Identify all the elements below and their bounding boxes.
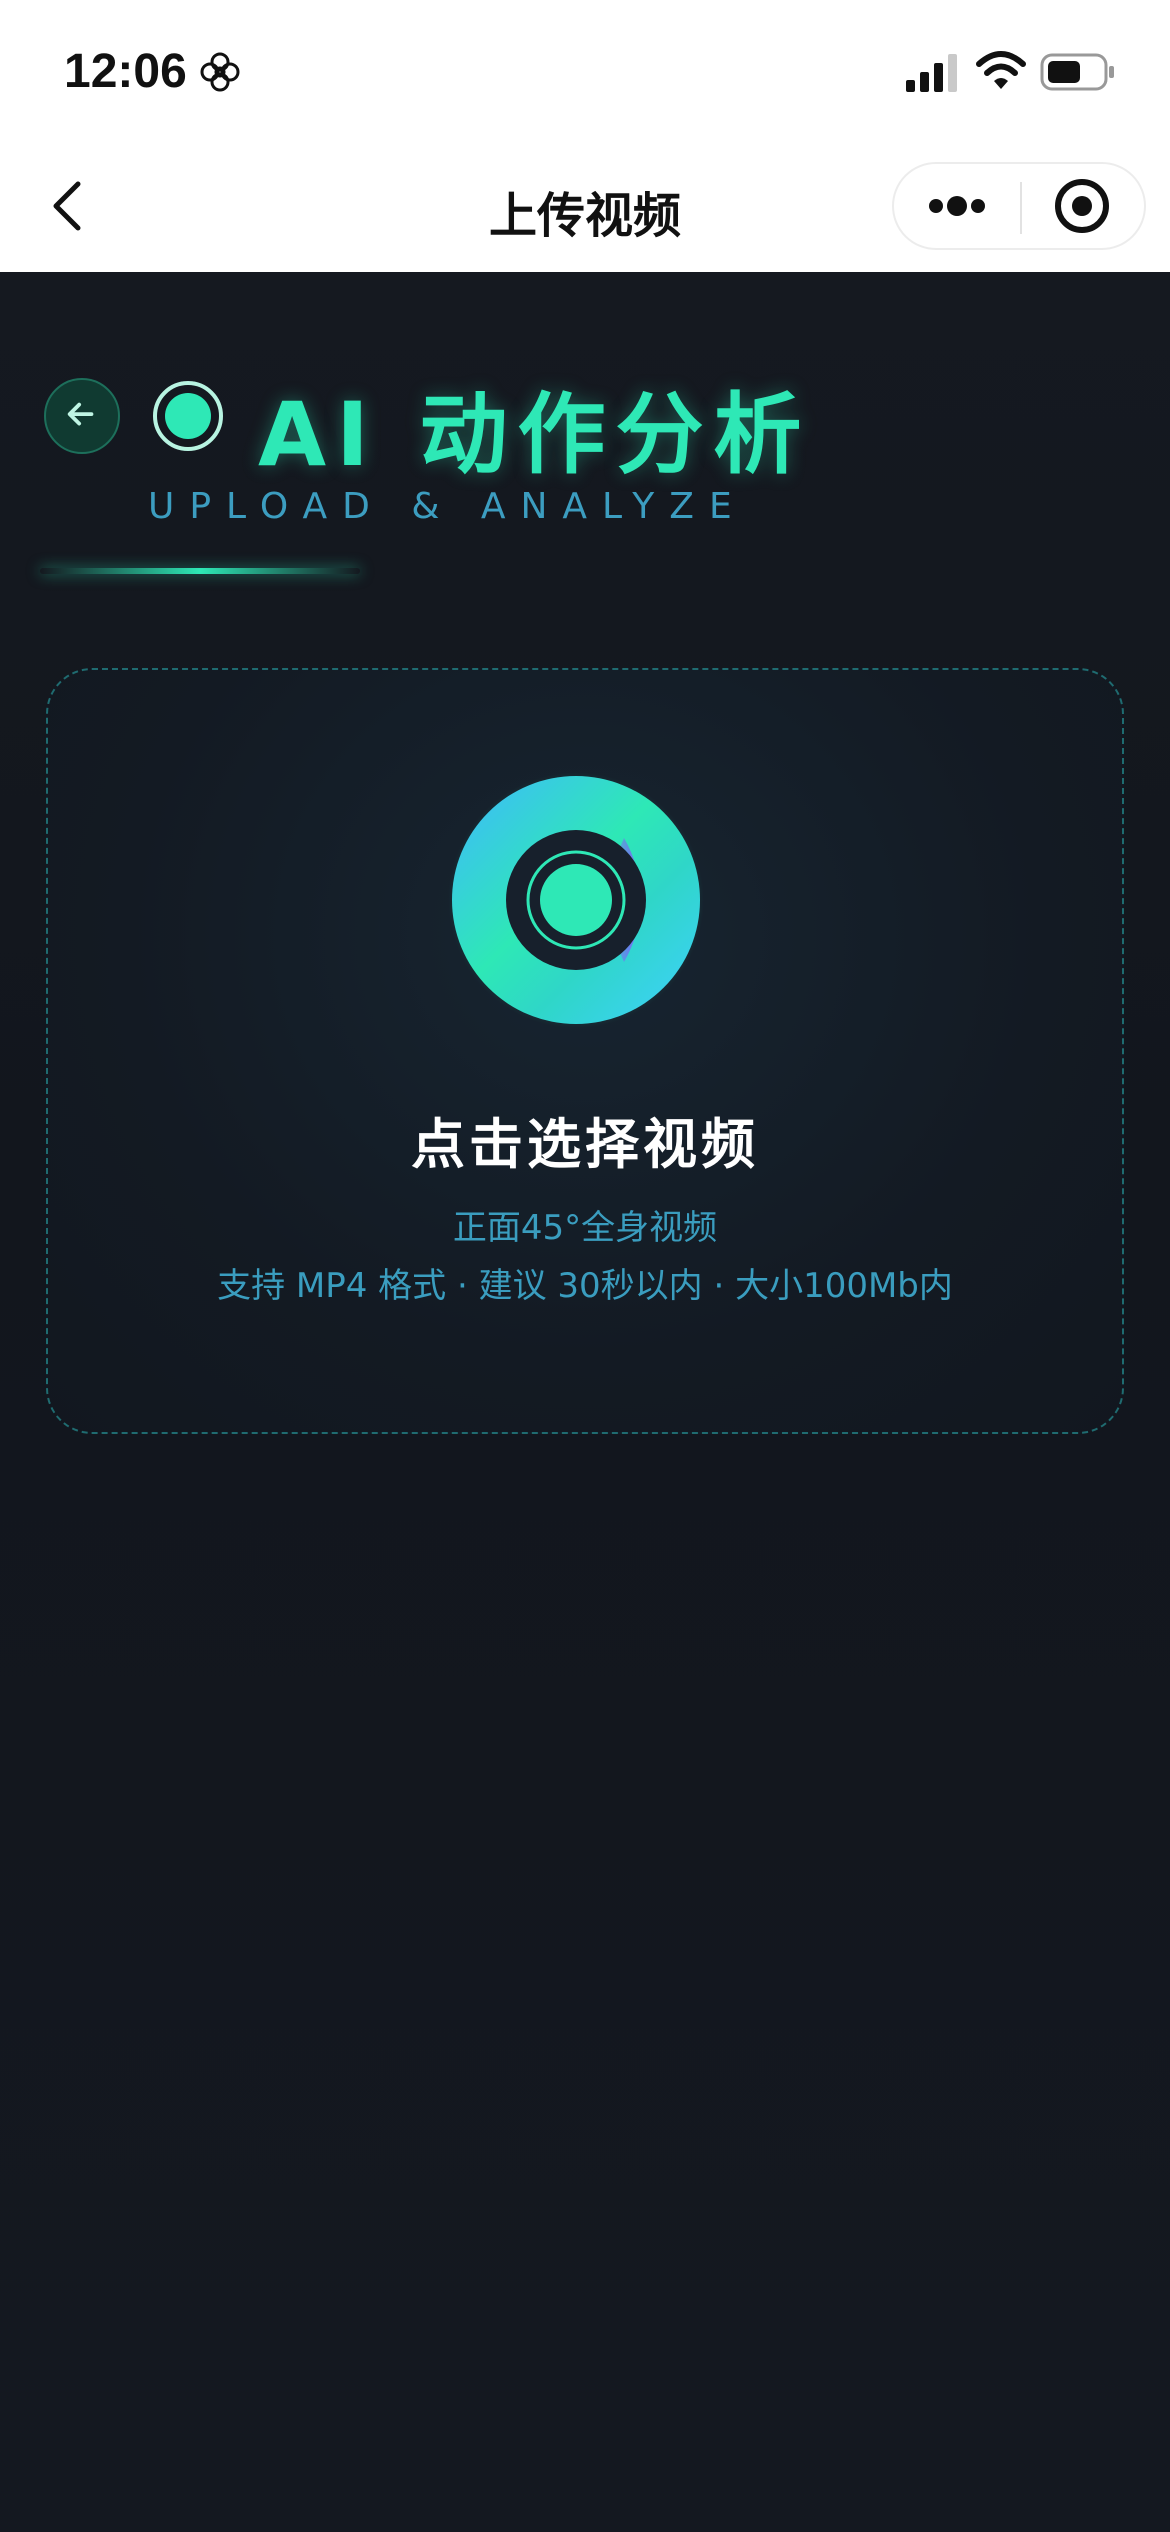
status-time: 12:06	[64, 45, 187, 98]
signal-icon	[906, 54, 957, 92]
wifi-icon	[976, 51, 1026, 89]
upload-hint: 正面45°全身视频	[452, 1208, 718, 1248]
main-content: AI 动作分析 UPLOAD & ANALYZE 点击选择视频 正面45°全身视…	[0, 272, 1170, 2532]
status-bar: 12:06	[0, 0, 1170, 140]
battery-icon	[1040, 53, 1114, 91]
mini-program-capsule	[892, 162, 1146, 250]
upload-title: 点击选择视频	[411, 1113, 759, 1176]
nav-bar: 上传视频	[0, 140, 1170, 272]
header-subtitle: UPLOAD & ANALYZE	[148, 486, 747, 527]
upload-video-card[interactable]: 点击选择视频 正面45°全身视频 支持 MP4 格式 · 建议 30秒以内 · …	[46, 668, 1124, 1434]
record-lens-icon	[448, 772, 704, 1028]
record-circle-icon	[153, 381, 223, 451]
arrow-left-icon[interactable]	[44, 378, 120, 454]
more-dots-icon[interactable]	[894, 164, 1020, 248]
upload-description: 支持 MP4 格式 · 建议 30秒以内 · 大小100Mb内	[217, 1266, 953, 1306]
header-title: AI 动作分析	[258, 383, 812, 486]
header-divider	[40, 568, 360, 574]
flower-icon	[200, 52, 240, 92]
target-circle-icon[interactable]	[1022, 164, 1146, 248]
